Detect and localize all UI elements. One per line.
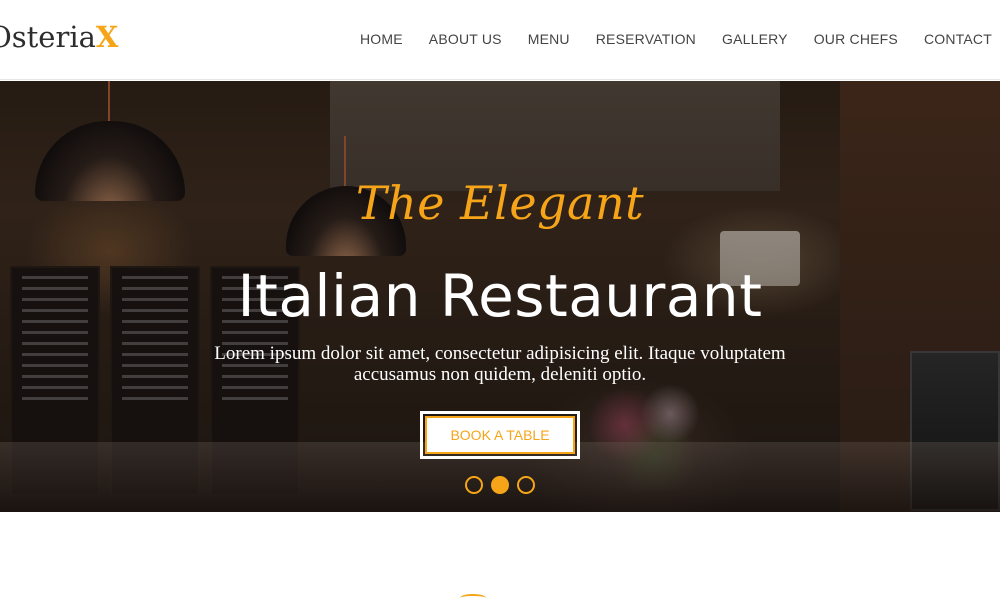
nav-item-gallery[interactable]: GALLERY bbox=[722, 31, 788, 47]
hero-title: Italian Restaurant bbox=[237, 262, 763, 330]
book-table-button[interactable]: BOOK A TABLE bbox=[420, 411, 580, 459]
nav-item-contact[interactable]: CONTACT bbox=[924, 31, 992, 47]
next-section bbox=[0, 512, 1000, 600]
nav-item-menu[interactable]: MENU bbox=[528, 31, 570, 47]
nav-item-our-chefs[interactable]: OUR CHEFS bbox=[814, 31, 898, 47]
slider-dot-1[interactable] bbox=[465, 476, 483, 494]
logo-text: Osteria bbox=[0, 20, 96, 54]
nav-item-about-us[interactable]: ABOUT US bbox=[429, 31, 502, 47]
logo-accent: X bbox=[95, 20, 119, 54]
hero-script-title: The Elegant bbox=[355, 176, 645, 230]
slider-dot-3[interactable] bbox=[517, 476, 535, 494]
main-nav: HOME ABOUT US MENU RESERVATION GALLERY O… bbox=[360, 31, 992, 47]
section-ornament bbox=[460, 594, 486, 600]
nav-item-reservation[interactable]: RESERVATION bbox=[596, 31, 696, 47]
slider-pagination bbox=[465, 476, 535, 494]
site-header: OsteriaX HOME ABOUT US MENU RESERVATION … bbox=[0, 0, 1000, 80]
hero-slider: The Elegant Italian Restaurant Lorem ips… bbox=[0, 81, 1000, 512]
book-table-label: BOOK A TABLE bbox=[425, 416, 575, 454]
hero-content: The Elegant Italian Restaurant Lorem ips… bbox=[0, 81, 1000, 512]
slider-dot-2[interactable] bbox=[491, 476, 509, 494]
nav-item-home[interactable]: HOME bbox=[360, 31, 403, 47]
site-logo[interactable]: OsteriaX bbox=[0, 20, 118, 54]
hero-subtitle: Lorem ipsum dolor sit amet, consectetur … bbox=[214, 343, 786, 385]
